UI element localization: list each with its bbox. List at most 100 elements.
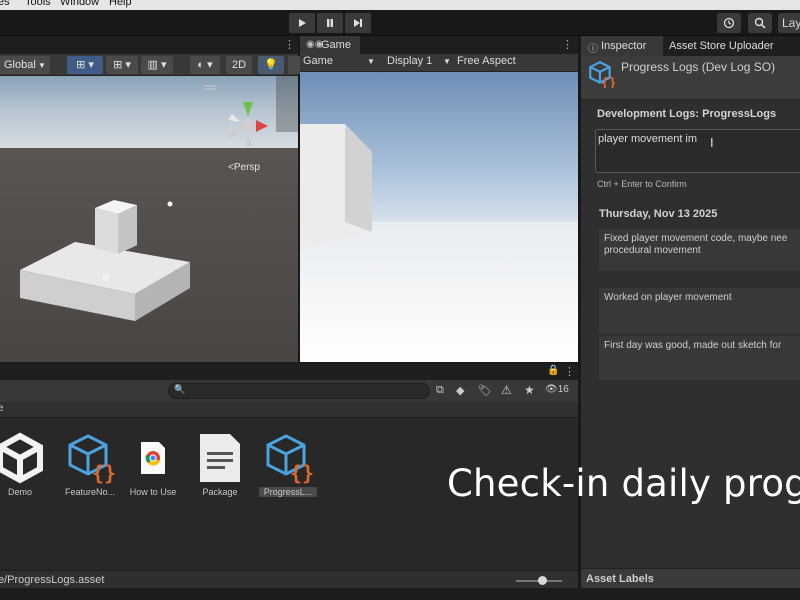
log-entry: Worked on player movement <box>599 288 800 334</box>
scriptable-object-icon: {} <box>589 60 615 88</box>
svg-text:{}: {} <box>601 76 615 88</box>
svg-text:{}: {} <box>92 461 116 484</box>
asset-demo[interactable]: Demo <box>0 430 52 497</box>
game-mode-label: Game <box>303 55 333 67</box>
game-viewport[interactable] <box>300 72 578 362</box>
project-search-input[interactable]: 🔍 <box>168 383 430 399</box>
asset-labels-bar[interactable]: Asset Labels <box>581 568 800 588</box>
game-panel: ◉◉ Game ⋮ Game ▼ Display 1 ▼ Free Aspect <box>300 36 578 362</box>
pause-button[interactable] <box>317 13 343 33</box>
log-entry: Fixed player movement code, maybe nee pr… <box>599 229 800 271</box>
chevron-down-icon: ▼ <box>443 57 451 66</box>
tab-asset-store-uploader[interactable]: Asset Store Uploader <box>669 40 774 52</box>
step-button[interactable] <box>345 13 371 33</box>
hidden-count: 16 <box>557 384 569 395</box>
asset-progresslogs[interactable]: {} ProgressL... <box>256 430 320 497</box>
scene-toolbar: Global ▼ ⊞ ▾ ⊞ ▾ ▥ ▾ ◐ ▾ 2D 💡 <box>0 54 302 76</box>
info-icon: ⓘ <box>588 44 598 55</box>
log-entry-line: procedural movement <box>604 245 701 256</box>
chrome-document-icon <box>141 442 165 474</box>
menu-item-window[interactable]: Window <box>60 0 99 8</box>
more-options-icon[interactable]: ⋮ <box>562 38 573 51</box>
display-label: Display 1 <box>387 55 433 67</box>
scene-tab-bar: ⋮ <box>0 36 298 54</box>
log-entry: First day was good, made out sketch for <box>599 336 800 380</box>
history-icon <box>723 17 735 29</box>
projection-label[interactable]: <Persp <box>228 162 260 173</box>
hidden-packages-toggle[interactable]: 👁16 <box>545 384 569 395</box>
aspect-dropdown[interactable]: Free Aspect <box>457 55 567 71</box>
display-dropdown[interactable]: Display 1 ▼ <box>387 55 453 71</box>
date-header: Thursday, Nov 13 2025 <box>599 208 718 220</box>
more-options-icon[interactable]: ⋮ <box>564 365 575 378</box>
scriptable-object-icon: {} <box>266 434 314 485</box>
favorite-star-icon[interactable]: ★ <box>524 383 535 397</box>
persp-text: Persp <box>233 162 260 173</box>
slider-thumb[interactable] <box>538 576 547 585</box>
breadcrumb-item[interactable]: e <box>0 403 4 414</box>
draw-mode-button[interactable]: ◐ ▾ <box>190 56 220 74</box>
layout-dropdown[interactable]: Lay <box>778 13 800 33</box>
lighting-button[interactable]: 💡 <box>258 56 284 74</box>
project-tab-bar: 🔒 ⋮ <box>0 364 578 380</box>
inspector-tab-bar: ⓘ Inspector Asset Store Uploader <box>581 36 800 56</box>
main-toolbar: Lay <box>0 10 800 36</box>
asset-package[interactable]: Package <box>188 430 252 497</box>
search-button[interactable] <box>748 13 772 33</box>
scene-panel: ⋮ Global ▼ ⊞ ▾ ⊞ ▾ ▥ ▾ ◐ ▾ 2D 💡 <Persp <box>0 36 302 362</box>
filter-label-icon[interactable]: 🏷 <box>478 384 492 397</box>
lock-icon[interactable]: 🔒 <box>547 365 559 376</box>
asset-label: Package <box>202 487 238 497</box>
inspector-panel: ⓘ Inspector Asset Store Uploader {} Prog… <box>580 36 800 588</box>
game-mode-dropdown[interactable]: Game ▼ <box>303 55 377 71</box>
menu-item-tools[interactable]: Tools <box>25 0 51 8</box>
menu-item-es[interactable]: es <box>0 0 10 8</box>
pivot-global-dropdown[interactable]: Global ▼ <box>0 56 50 74</box>
log-entry-line: Fixed player movement code, maybe nee <box>604 233 788 244</box>
project-search-row: 🔍 ⧉ ◆ 🏷 ⚠ ★ 👁16 <box>0 380 578 402</box>
game-toolbar: Game ▼ Display 1 ▼ Free Aspect <box>300 54 578 72</box>
asset-label: How to Use <box>129 487 177 497</box>
mode-2d-button[interactable]: 2D <box>226 56 252 74</box>
history-button[interactable] <box>717 13 741 33</box>
log-entry-line: First day was good, made out sketch for <box>604 340 782 351</box>
aspect-label: Free Aspect <box>457 55 516 67</box>
scriptable-object-icon: {} <box>68 434 116 485</box>
warning-icon[interactable]: ⚠ <box>501 383 512 397</box>
play-icon <box>299 19 306 27</box>
more-options-icon[interactable]: ⋮ <box>284 38 295 51</box>
shading-sphere-icon: ◐ ▾ <box>197 59 213 71</box>
text-document-icon <box>200 434 240 482</box>
grid-snapping-button[interactable]: ⊞ ▾ <box>67 56 103 74</box>
snap-increment-button[interactable]: ⊞ ▾ <box>106 56 138 74</box>
snap-grid-icon: ⊞ ▾ <box>113 59 131 71</box>
breadcrumb: e <box>0 402 578 418</box>
caption-overlay: Check-in daily progr <box>447 462 800 505</box>
search-icon <box>754 17 766 29</box>
play-button[interactable] <box>289 13 315 33</box>
game-tab-bar: ◉◉ Game ⋮ <box>300 36 578 54</box>
tab-game[interactable]: ◉◉ Game <box>300 36 360 54</box>
menu-bar: es Tools Window Help <box>0 0 800 10</box>
grid-icon: ⊞ ▾ <box>76 59 94 71</box>
scene-viewport[interactable]: <Persp <box>0 76 298 362</box>
asset-label: Demo <box>7 487 32 497</box>
inspector-tab-label: Inspector <box>601 40 647 52</box>
unity-logo-icon <box>0 432 43 484</box>
asset-labels-title: Asset Labels <box>586 573 654 585</box>
asset-featurenotes[interactable]: {} FeatureNo... <box>58 430 122 497</box>
scene-search-icon[interactable]: ⧉ <box>436 384 444 397</box>
filter-type-icon[interactable]: ◆ <box>456 384 464 397</box>
menu-item-help[interactable]: Help <box>109 0 132 8</box>
status-bar <box>0 588 800 600</box>
object-title: Progress Logs (Dev Log SO) <box>621 60 776 74</box>
chevron-down-icon: ▼ <box>367 57 375 66</box>
log-entry-input[interactable]: player movement im I <box>595 129 800 173</box>
asset-how-to-use[interactable]: How to Use <box>121 430 185 497</box>
section-title: Development Logs: ProgressLogs <box>597 108 777 120</box>
step-icon <box>354 19 362 27</box>
inspector-header: {} Progress Logs (Dev Log SO) <box>581 56 800 100</box>
tab-inspector[interactable]: ⓘ Inspector <box>581 36 663 56</box>
align-button[interactable]: ▥ ▾ <box>141 56 173 74</box>
selected-asset-path: e/ProgressLogs.asset <box>0 574 105 586</box>
